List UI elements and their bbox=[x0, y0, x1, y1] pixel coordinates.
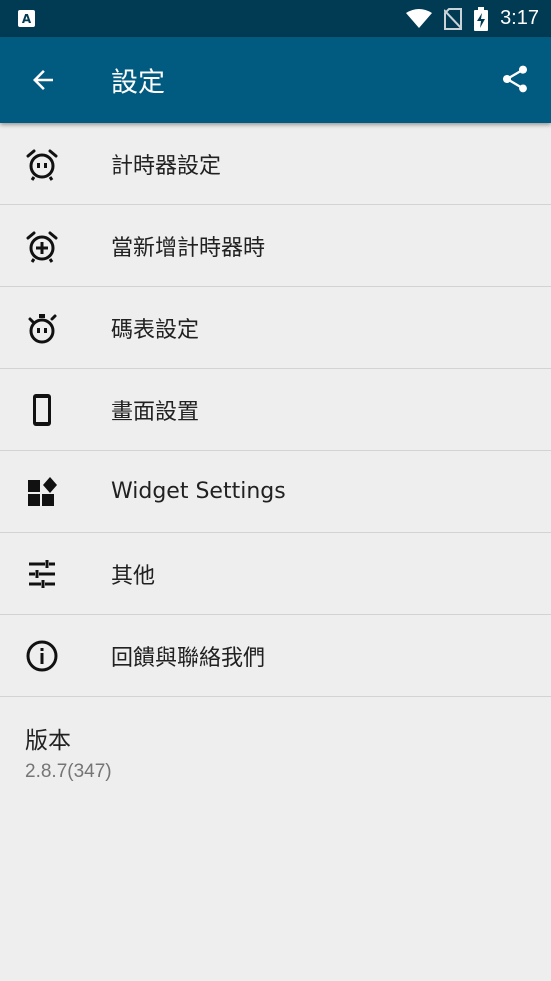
wifi-icon bbox=[406, 8, 433, 28]
widgets-icon bbox=[25, 475, 59, 509]
page-title: 設定 bbox=[111, 67, 165, 99]
version-section: 版本 2.8.7(347) bbox=[0, 697, 551, 783]
tune-icon bbox=[25, 557, 59, 591]
phone-icon bbox=[25, 393, 59, 427]
menu-item-label: 當新增計時器時 bbox=[111, 235, 266, 261]
menu-item-feedback[interactable]: 回饋與聯絡我們 bbox=[0, 615, 551, 697]
alarm-add-icon bbox=[25, 229, 59, 263]
alarm-clock-icon bbox=[25, 147, 59, 181]
status-bar: A 3:17 bbox=[0, 0, 551, 37]
version-value: 2.8.7(347) bbox=[25, 761, 112, 782]
battery-charging-icon bbox=[474, 6, 489, 31]
menu-item-label: 其他 bbox=[111, 563, 156, 589]
menu-item-timer-settings[interactable]: 計時器設定 bbox=[0, 123, 551, 205]
menu-item-label: 計時器設定 bbox=[111, 153, 222, 179]
menu-item-label: 碼表設定 bbox=[111, 317, 200, 343]
menu-item-stopwatch-settings[interactable]: 碼表設定 bbox=[0, 287, 551, 369]
menu-item-other[interactable]: 其他 bbox=[0, 533, 551, 615]
toolbar: 設定 bbox=[0, 37, 551, 123]
menu-item-label: 回饋與聯絡我們 bbox=[111, 645, 266, 671]
menu-item-label: 畫面設置 bbox=[111, 399, 200, 425]
arrow-back-icon[interactable] bbox=[28, 65, 58, 95]
stopwatch-icon bbox=[25, 311, 59, 345]
version-title: 版本 bbox=[25, 728, 71, 754]
app-notification-icon: A bbox=[18, 10, 35, 27]
menu-item-widget-settings[interactable]: Widget Settings bbox=[0, 451, 551, 533]
info-icon bbox=[25, 639, 59, 673]
menu-item-on-new-timer[interactable]: 當新增計時器時 bbox=[0, 205, 551, 287]
settings-list: 計時器設定 當新增計時器時 碼表設定 畫面設置 Widget Settings … bbox=[0, 123, 551, 697]
no-sim-icon bbox=[444, 7, 463, 30]
menu-item-display-settings[interactable]: 畫面設置 bbox=[0, 369, 551, 451]
menu-item-label: Widget Settings bbox=[111, 479, 286, 504]
share-icon[interactable] bbox=[499, 63, 531, 95]
clock: 3:17 bbox=[500, 7, 539, 29]
